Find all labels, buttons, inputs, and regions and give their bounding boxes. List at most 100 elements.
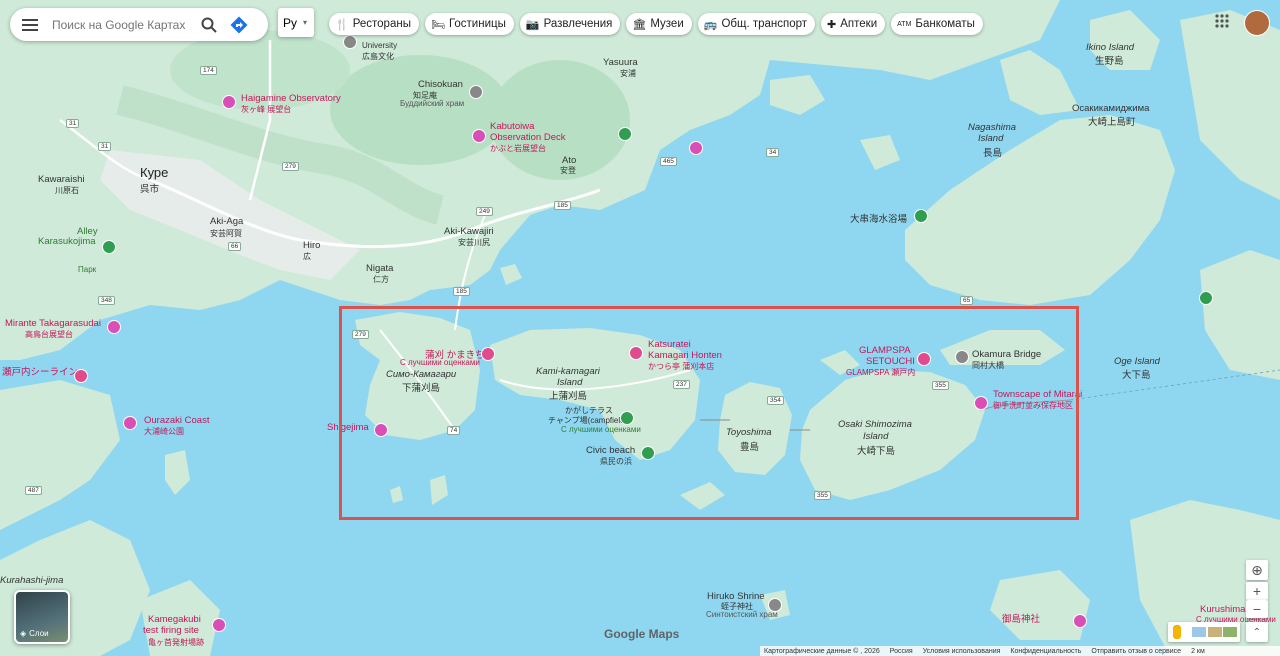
attraction-icon[interactable] [374, 423, 388, 437]
park-icon[interactable] [618, 127, 632, 141]
chip-museums[interactable]: 🏛 Музеи [626, 13, 692, 35]
place-label-osakikamijima[interactable]: Осакикамиджима [1072, 103, 1149, 114]
temple-icon[interactable] [469, 85, 483, 99]
chip-label: Общ. транспорт [721, 18, 808, 30]
island-label-nagashima[interactable]: Nagashima [968, 122, 1016, 133]
place-label-osakikamijima-jp: 大崎上島町 [1088, 117, 1136, 128]
place-label-yasuura[interactable]: Yasuura [603, 57, 638, 68]
chevron-up-icon: ⌃ [1252, 626, 1262, 638]
attraction-icon[interactable] [212, 618, 226, 632]
school-icon[interactable] [343, 35, 357, 49]
viewpoint-icon[interactable] [107, 320, 121, 334]
hotel-icon[interactable] [74, 369, 88, 383]
layers-button[interactable]: ◈ Слои [14, 590, 70, 644]
chip-restaurants[interactable]: 🍴 Рестораны [329, 13, 419, 35]
street-view-bar[interactable] [1168, 622, 1240, 642]
road-shield: 185 [554, 201, 571, 210]
island-label-nagashima-2[interactable]: Island [978, 133, 1003, 144]
place-label-kurushima[interactable]: Kurushima [1200, 604, 1245, 615]
attraction-icon[interactable] [974, 396, 988, 410]
place-label-ourazaki[interactable]: Ourazaki Coast [144, 415, 209, 426]
pegman-icon[interactable] [1173, 625, 1181, 639]
place-label-chisokuan-type: Буддийский храм [400, 99, 465, 108]
menu-icon[interactable] [10, 8, 50, 41]
place-label-onsen[interactable]: 大串海水浴場 [850, 211, 907, 225]
beach-icon[interactable] [914, 209, 928, 223]
bridge-icon[interactable] [955, 350, 969, 364]
terms-link[interactable]: Условия использования [923, 648, 1001, 655]
place-label-kamegakubi[interactable]: Kamegakubi [148, 614, 201, 625]
road-shield: 174 [200, 66, 217, 75]
road-shield: 31 [66, 119, 80, 128]
place-label-aki-kawajiri[interactable]: Aki-Kawajiri [444, 226, 494, 237]
island-label-oge[interactable]: Oge Island [1114, 356, 1160, 367]
restaurant-icon[interactable] [629, 346, 643, 360]
chip-atms[interactable]: ATM Банкоматы [891, 13, 983, 35]
country-link[interactable]: Россия [890, 648, 913, 655]
search-box[interactable] [10, 8, 268, 41]
minus-icon: − [1252, 601, 1262, 617]
place-label-kabutoiwa-2[interactable]: Observation Deck [490, 132, 566, 143]
shrine-icon[interactable] [768, 598, 782, 612]
chip-transit[interactable]: 🚌 Общ. транспорт [697, 13, 816, 35]
island-label-ikino[interactable]: Ikino Island [1086, 42, 1134, 53]
flag-icon[interactable] [1199, 291, 1213, 305]
expand-button[interactable]: ⌃ [1246, 622, 1268, 642]
attraction-icon[interactable] [689, 141, 703, 155]
thumbnail-icon[interactable] [1223, 627, 1237, 637]
place-label-kabutoiwa-jp: かぶと岩展望台 [490, 144, 546, 153]
viewpoint-icon[interactable] [472, 129, 486, 143]
campground-icon[interactable] [620, 411, 634, 425]
chip-pharmacies[interactable]: ✚ Аптеки [821, 13, 886, 35]
search-icon[interactable] [194, 8, 224, 41]
chip-entertainment[interactable]: 📷 Развлечения [519, 13, 621, 35]
place-label-kamegakubi-2[interactable]: test firing site [143, 625, 199, 636]
beach-icon[interactable] [641, 446, 655, 460]
thumbnail-icon[interactable] [1192, 627, 1206, 637]
zoom-out-button[interactable]: − [1246, 600, 1268, 618]
city-label-kure[interactable]: Куре [140, 165, 168, 180]
category-chips: 🍴 Рестораны 🛏 Гостиницы 📷 Развлечения 🏛 Музе… [329, 13, 983, 35]
directions-icon[interactable] [224, 8, 254, 41]
hotel-icon[interactable] [917, 352, 931, 366]
scale-label[interactable]: 2 км [1191, 648, 1205, 655]
avatar[interactable] [1244, 10, 1270, 36]
privacy-link[interactable]: Конфиденциальность [1010, 648, 1081, 655]
feedback-link[interactable]: Отправить отзыв о сервисе [1091, 648, 1181, 655]
road-shield: 249 [476, 207, 493, 216]
place-label-yasuura-jp: 安浦 [620, 69, 636, 78]
viewpoint-icon[interactable] [123, 416, 137, 430]
thumbnail-icon[interactable] [1208, 627, 1222, 637]
hotel-icon[interactable] [481, 347, 495, 361]
apps-grid-icon[interactable] [1214, 13, 1230, 29]
place-label-hiruko-type: Синтоистский храм [706, 610, 778, 619]
attraction-icon[interactable] [1073, 614, 1087, 628]
place-label-aki-aga[interactable]: Aki-Aga [210, 216, 243, 227]
chip-label: Аптеки [840, 18, 878, 30]
place-label-kawaraishi[interactable]: Kawaraishi [38, 174, 84, 185]
place-label-ato-jp: 安登 [560, 166, 576, 175]
language-button[interactable]: Ру ▾ [278, 8, 314, 37]
place-label-university-jp: 広島文化 [362, 52, 394, 61]
place-label-nigata[interactable]: Nigata [366, 263, 393, 274]
island-label-kurahashi[interactable]: Kurahashi-jima [0, 575, 63, 586]
place-label-haigamine[interactable]: Haigamine Observatory [241, 93, 341, 104]
bus-icon: 🚌 [703, 18, 718, 31]
place-label-mirante[interactable]: Mirante Takagarasudai [5, 318, 101, 329]
place-label-sea-line[interactable]: 瀬戸内シーライン [2, 364, 78, 378]
search-input[interactable] [50, 16, 194, 33]
place-label-hiro-jp: 広 [303, 252, 311, 261]
place-label-hiro[interactable]: Hiro [303, 240, 320, 251]
place-label-chisokuan[interactable]: Chisokuan [418, 79, 463, 90]
place-label-karasukojima[interactable]: Karasukojima [38, 236, 96, 247]
google-maps-logo: Google Maps [604, 627, 680, 641]
place-label-university[interactable]: University [362, 41, 397, 50]
chip-hotels[interactable]: 🛏 Гостиницы [424, 13, 514, 35]
place-label-kamegakubi-jp: 亀ヶ首発射場跡 [148, 638, 204, 647]
viewpoint-icon[interactable] [222, 95, 236, 109]
my-location-button[interactable]: ⊕ [1246, 560, 1268, 580]
place-label-ohama[interactable]: 御島神社 [1002, 611, 1040, 625]
zoom-in-button[interactable]: + [1246, 582, 1268, 600]
park-icon[interactable] [102, 240, 116, 254]
place-label-kabutoiwa[interactable]: Kabutoiwa [490, 121, 534, 132]
